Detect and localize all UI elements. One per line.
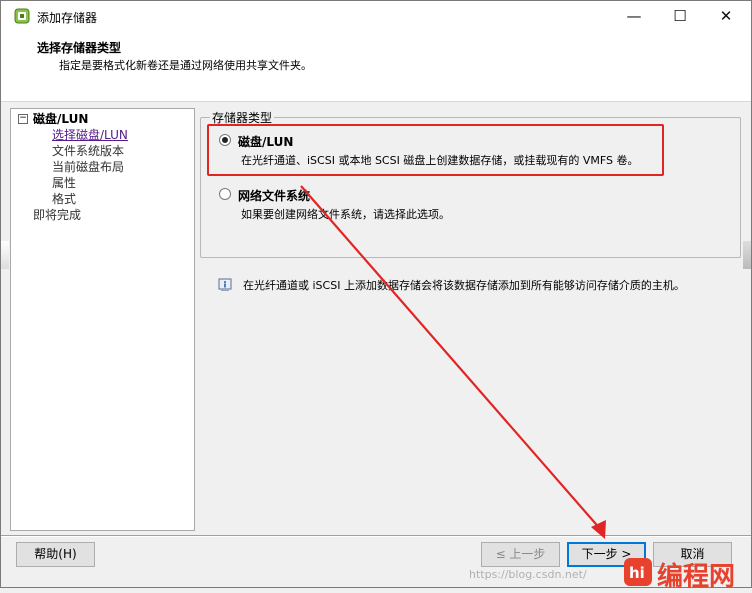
footer-divider-highlight [1,536,751,537]
right-edge-artifact [743,241,751,269]
add-storage-dialog: 添加存储器 — ☐ ✕ 选择存储器类型 指定是要格式化新卷还是通过网络使用共享文… [0,0,752,592]
minimize-button[interactable]: — [611,1,657,31]
step-file-system-version: 文件系统版本 [52,144,125,158]
wizard-header: 选择存储器类型 指定是要格式化新卷还是通过网络使用共享文件夹。 [1,31,751,102]
wizard-steps-panel: − 磁盘/LUN 选择磁盘/LUN 文件系统版本 当前磁盘布局 属性 格式 即将… [10,108,195,531]
step-current-disk-layout: 当前磁盘布局 [52,160,125,174]
nfs-option-desc: 如果要创建网络文件系统，请选择此选项。 [241,208,450,221]
highlight-box [207,124,664,176]
watermark-text: https://blog.csdn.net/ [469,568,587,581]
page-subtitle: 指定是要格式化新卷还是通过网络使用共享文件夹。 [59,59,312,72]
close-button[interactable]: ✕ [703,1,749,31]
nfs-option-title[interactable]: 网络文件系统 [238,187,310,204]
app-icon [14,8,30,24]
svg-text:hi: hi [629,564,645,582]
nfs-radio[interactable] [219,188,231,200]
brand-logo-text: 编程网 [657,562,736,592]
page-title: 选择存储器类型 [37,41,122,55]
help-button[interactable]: 帮助(H) [16,542,95,567]
step-properties: 属性 [52,176,77,190]
info-message: 在光纤通道或 iSCSI 上添加数据存储会将该数据存储添加到所有能够访问存储介质… [243,279,685,292]
step-disk-lun: 磁盘/LUN [33,112,89,126]
brand-logo: hi 编程网 [623,554,749,592]
info-icon [218,278,232,291]
window-title: 添加存储器 [37,11,98,25]
step-select-disk-lun[interactable]: 选择磁盘/LUN [52,126,128,143]
tree-collapse-icon[interactable]: − [18,114,28,124]
maximize-button[interactable]: ☐ [657,1,703,31]
title-bar: 添加存储器 — ☐ ✕ [1,1,751,31]
left-edge-artifact [1,241,9,269]
step-ready-to-complete: 即将完成 [33,208,82,222]
back-button[interactable]: ≤ 上一步 [481,542,560,567]
step-format: 格式 [52,192,77,206]
brand-mark-icon: hi [624,558,652,586]
